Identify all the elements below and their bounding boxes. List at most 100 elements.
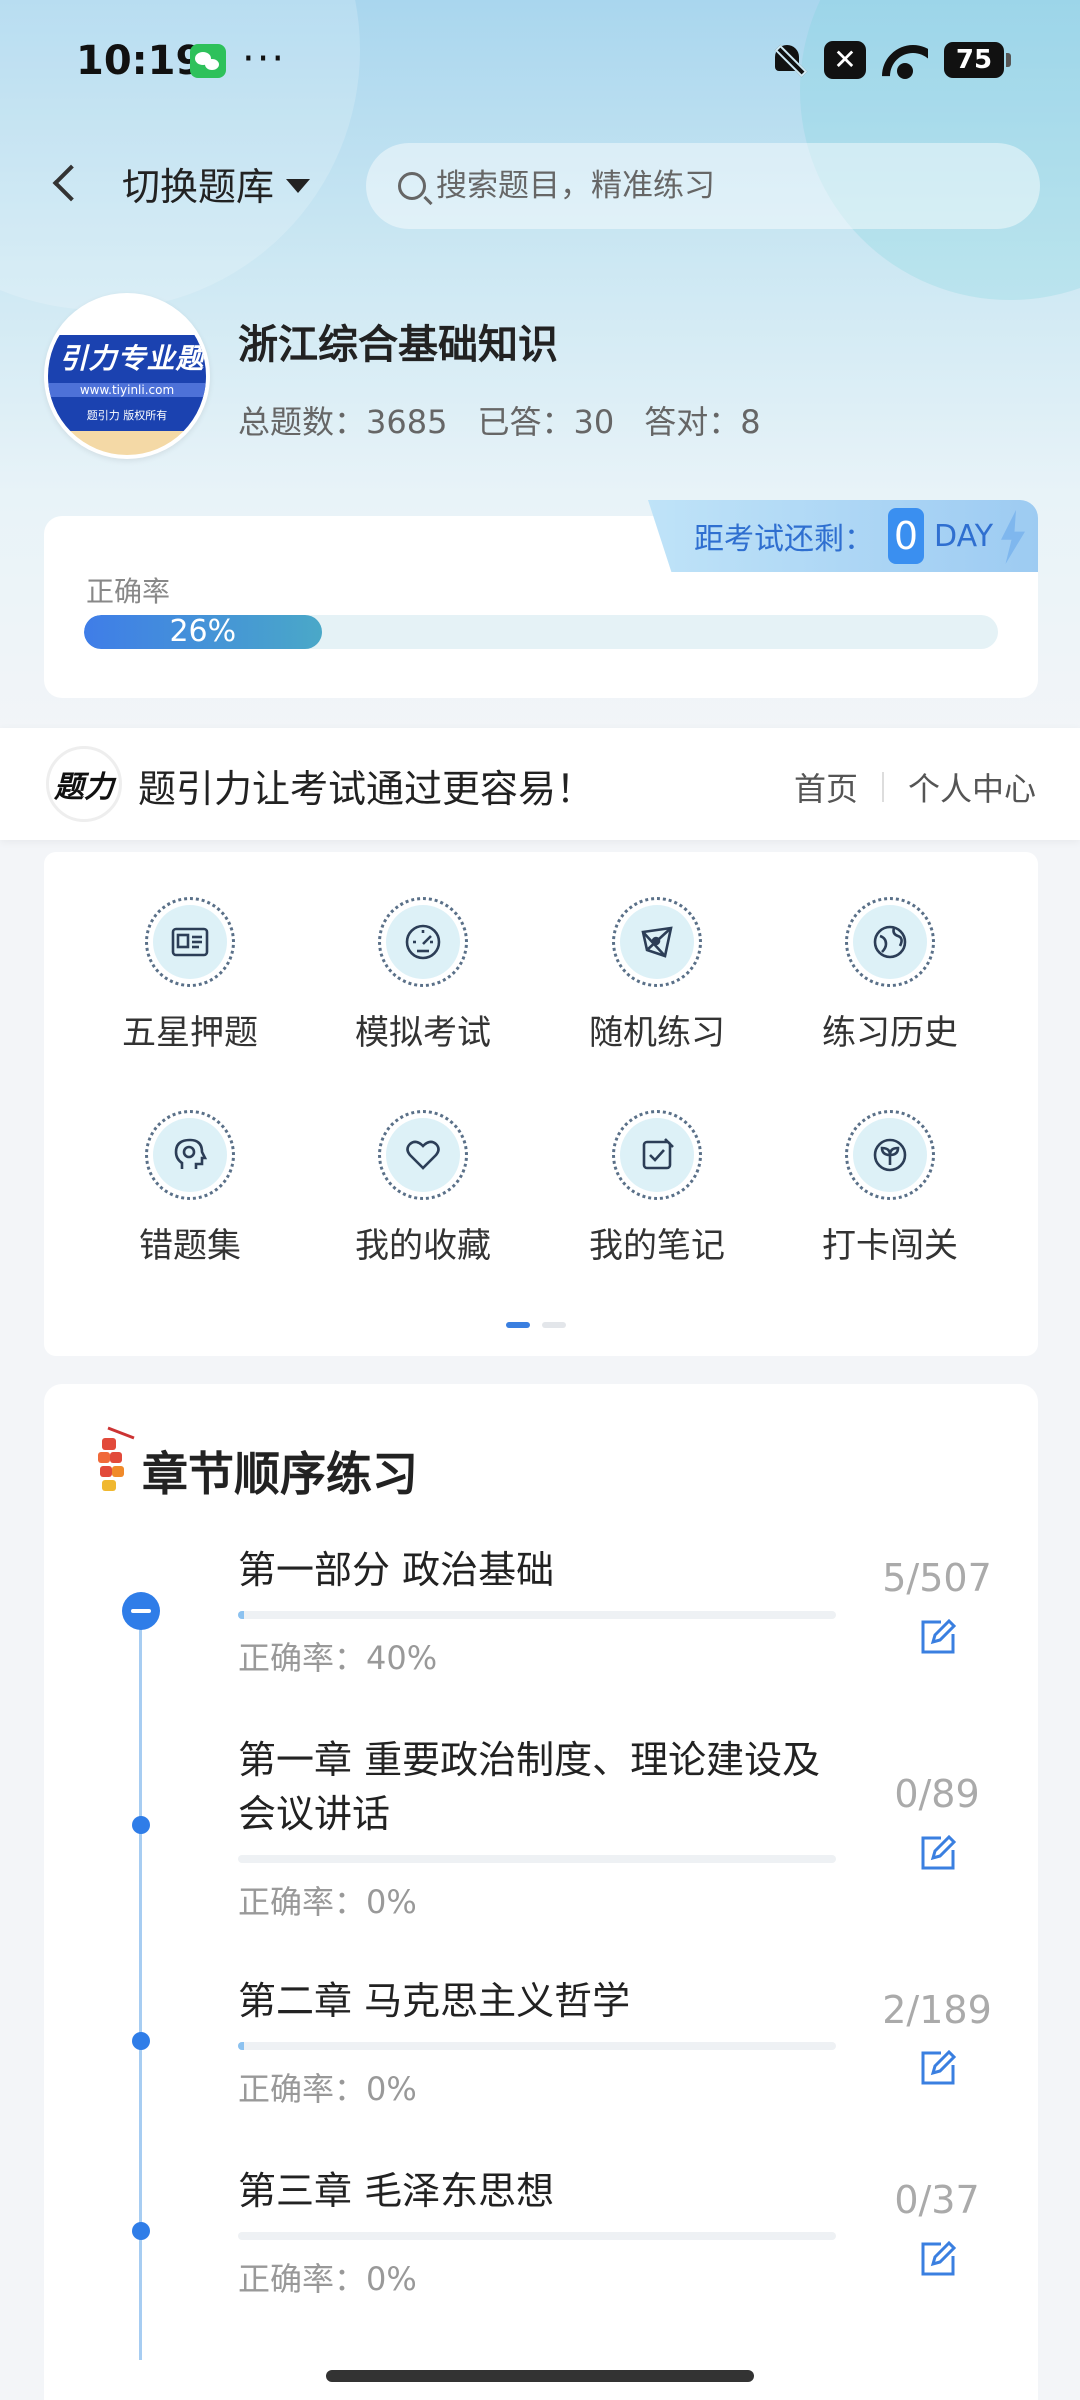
feature-label: 模拟考试 bbox=[355, 1013, 491, 1053]
feature-checkin[interactable]: 打卡闯关 bbox=[790, 1110, 990, 1267]
pager-dot-active bbox=[506, 1322, 530, 1328]
chapter-name: 第二章 马克思主义哲学 bbox=[238, 1979, 631, 2023]
correct-count: 答对：8 bbox=[644, 403, 761, 441]
chapter-progress bbox=[238, 2042, 836, 2050]
feature-five-star[interactable]: 五星押题 bbox=[90, 897, 290, 1054]
chapter-count: 5/507 bbox=[882, 1556, 992, 1600]
network-icon bbox=[641, 926, 673, 958]
countdown-label: 距考试还剩： bbox=[694, 522, 874, 557]
nav-divider bbox=[881, 772, 884, 802]
home-indicator[interactable] bbox=[326, 2370, 754, 2382]
search-bar[interactable] bbox=[366, 143, 1040, 229]
brand-logo: 题力 bbox=[46, 746, 122, 822]
feature-wrong-set[interactable]: 错题集 bbox=[90, 1110, 290, 1267]
chapter-accuracy: 正确率：40% bbox=[238, 1639, 438, 1677]
timeline-line bbox=[139, 1600, 142, 2360]
mute-bell-icon bbox=[768, 40, 808, 80]
edit-icon[interactable] bbox=[862, 2047, 1012, 2095]
feature-mock-exam[interactable]: 模拟考试 bbox=[323, 897, 523, 1054]
slogan-text: 题引力让考试通过更容易！ bbox=[138, 767, 595, 811]
slogan-bar: 题力 题引力让考试通过更容易！ 首页 个人中心 bbox=[0, 728, 1080, 840]
status-time: 10:19 bbox=[76, 38, 204, 84]
accuracy-label: 正确率 bbox=[86, 575, 171, 608]
feature-label: 我的笔记 bbox=[589, 1226, 725, 1266]
chapter-progress bbox=[238, 1855, 836, 1863]
logo-copyright: 题引力 版权所有 bbox=[86, 409, 168, 422]
logo-url: www.tiyinli.com bbox=[48, 383, 206, 397]
chapter-name: 第一章 重要政治制度、理论建设及会议讲话 bbox=[238, 1738, 821, 1836]
edit-icon[interactable] bbox=[862, 1832, 1012, 1880]
lightning-icon bbox=[1001, 510, 1025, 564]
chapter-item[interactable]: 第一章 重要政治制度、理论建设及会议讲话 正确率：0% bbox=[238, 1733, 838, 1923]
feature-label: 练习历史 bbox=[822, 1013, 958, 1053]
globe-icon bbox=[873, 925, 907, 959]
feature-history[interactable]: 练习历史 bbox=[790, 897, 990, 1054]
chapter-name: 第一部分 政治基础 bbox=[238, 1548, 555, 1592]
chapter-name: 第三章 毛泽东思想 bbox=[238, 2169, 555, 2213]
battery-icon: 75 bbox=[944, 42, 1011, 78]
countdown-days: 0 bbox=[888, 508, 924, 564]
chapter-item[interactable]: 第二章 马克思主义哲学 正确率：0% bbox=[238, 1974, 838, 2110]
feature-random-practice[interactable]: 随机练习 bbox=[557, 897, 757, 1054]
wechat-icon bbox=[190, 44, 226, 78]
speedometer-icon bbox=[405, 924, 441, 960]
feature-label: 五星押题 bbox=[122, 1013, 258, 1053]
chapter-progress-fill bbox=[238, 1611, 244, 1619]
chapter-count: 0/89 bbox=[894, 1772, 980, 1816]
more-notifications-icon: ··· bbox=[242, 36, 287, 82]
chapter-accuracy: 正确率：0% bbox=[238, 2260, 417, 2298]
top-nav: 首页 个人中心 bbox=[794, 764, 1036, 810]
feature-notes[interactable]: 我的笔记 bbox=[557, 1110, 757, 1267]
chapter-progress bbox=[238, 2232, 836, 2240]
leaf-icon bbox=[873, 1138, 907, 1172]
chapter-item[interactable]: 第三章 毛泽东思想 正确率：0% bbox=[238, 2164, 838, 2300]
status-bar: 10:19 ··· ✕ 75 bbox=[0, 0, 1080, 125]
grid-pager bbox=[506, 1322, 566, 1328]
chapter-progress bbox=[238, 1611, 836, 1619]
logo-title: 引力专业题 bbox=[59, 342, 205, 375]
search-input[interactable] bbox=[436, 168, 996, 204]
back-button[interactable] bbox=[46, 158, 86, 210]
caret-down-icon bbox=[286, 178, 311, 193]
bank-title: 浙江综合基础知识 bbox=[238, 322, 558, 368]
nav-home[interactable]: 首页 bbox=[794, 764, 858, 810]
edit-icon[interactable] bbox=[862, 2238, 1012, 2286]
firecracker-icon bbox=[98, 1426, 135, 1491]
chapter-section-title: 章节顺序练习 bbox=[142, 1447, 418, 1501]
chapter-accuracy: 正确率：0% bbox=[238, 1883, 417, 1921]
id-card-icon bbox=[171, 927, 209, 957]
feature-label: 打卡闯关 bbox=[822, 1226, 958, 1266]
pager-dot bbox=[542, 1322, 566, 1328]
edit-icon[interactable] bbox=[862, 1616, 1012, 1664]
chapter-count: 2/189 bbox=[882, 1988, 992, 2032]
chapter-item[interactable]: 第一部分 政治基础 正确率：40% bbox=[238, 1543, 838, 1679]
wifi-icon bbox=[882, 41, 928, 79]
answered-count: 已答：30 bbox=[477, 403, 615, 441]
chapter-count: 0/37 bbox=[894, 2178, 980, 2222]
accuracy-progress: 26% bbox=[84, 615, 998, 649]
feature-favorites[interactable]: 我的收藏 bbox=[323, 1110, 523, 1267]
head-icon bbox=[174, 1138, 208, 1169]
timeline-node bbox=[132, 2222, 150, 2240]
collapse-icon[interactable] bbox=[122, 1592, 160, 1630]
feature-label: 我的收藏 bbox=[355, 1226, 491, 1266]
note-check-icon bbox=[642, 1138, 674, 1170]
accuracy-progress-fill: 26% bbox=[84, 615, 322, 649]
chapter-accuracy: 正确率：0% bbox=[238, 2070, 417, 2108]
bank-logo: 引力专业题 www.tiyinli.com 题引力 版权所有 bbox=[44, 293, 210, 459]
total-questions: 总题数：3685 bbox=[238, 403, 448, 441]
feature-label: 错题集 bbox=[139, 1226, 241, 1266]
countdown-unit: DAY bbox=[934, 518, 994, 554]
feature-label: 随机练习 bbox=[589, 1013, 725, 1053]
heart-icon bbox=[406, 1140, 440, 1170]
switch-bank-label: 切换题库 bbox=[122, 165, 275, 209]
timeline-node bbox=[132, 2032, 150, 2050]
bank-stats: 总题数：3685 已答：30 答对：8 bbox=[238, 397, 761, 443]
search-icon bbox=[398, 172, 426, 200]
nav-profile[interactable]: 个人中心 bbox=[908, 764, 1036, 810]
timeline-node bbox=[132, 1816, 150, 1834]
chapter-progress-fill bbox=[238, 2042, 245, 2050]
close-box-icon: ✕ bbox=[824, 41, 866, 79]
switch-bank-dropdown[interactable]: 切换题库 bbox=[122, 156, 311, 211]
exam-countdown: 距考试还剩： 0 DAY bbox=[648, 500, 1038, 572]
